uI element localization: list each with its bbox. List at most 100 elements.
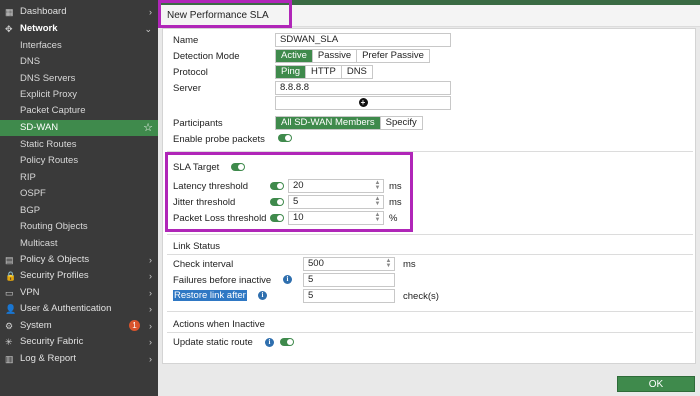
sidebar: ▦ Dashboard › ✥ Network ⌄ Interfaces DNS DNS Ser… [0,0,158,396]
sidebar-item-label: Log & Report [20,353,76,364]
sidebar-item-packet-capture[interactable]: Packet Capture [0,103,158,119]
probe-label: Enable probe packets [173,134,265,145]
sidebar-item-label: Static Routes [20,139,77,150]
fabric-icon: ✳ [5,337,13,347]
sidebar-item-dashboard[interactable]: ▦ Dashboard › [0,4,158,20]
sidebar-item-interfaces[interactable]: Interfaces [0,38,158,54]
check-interval-unit: ms [403,259,416,270]
star-icon[interactable]: ☆ [143,120,153,136]
sidebar-item-dns[interactable]: DNS [0,54,158,70]
sidebar-item-sd-wan[interactable]: SD-WAN ☆ [0,120,158,136]
server-input[interactable]: 8.8.8.8 [275,81,451,95]
sidebar-item-label: Policy & Objects [20,254,90,265]
sidebar-item-static-routes[interactable]: Static Routes [0,137,158,153]
sidebar-item-label: SD-WAN [20,122,59,133]
sidebar-item-label: User & Authentication [20,303,112,314]
info-icon[interactable]: i [283,275,292,284]
participants-selector: All SD-WAN Members Specify [275,116,423,130]
sidebar-item-log-report[interactable]: ▥ Log & Report › [0,351,158,367]
sla-target-highlight-box [165,152,413,232]
chevron-right-icon: › [149,271,152,281]
update-static-route-toggle[interactable] [280,338,294,346]
participants-all-option[interactable]: All SD-WAN Members [276,117,381,129]
divider [167,332,693,333]
check-interval-value: 500 [308,258,324,269]
sidebar-item-label: Security Fabric [20,336,84,347]
name-label: Name [173,35,199,46]
protocol-http-option[interactable]: HTTP [306,66,342,78]
add-server-button[interactable]: + [275,96,451,110]
protocol-label: Protocol [173,67,208,78]
failures-input[interactable]: 5 [303,273,395,287]
protocol-selector: Ping HTTP DNS [275,65,373,79]
sidebar-item-rip[interactable]: RIP [0,170,158,186]
restore-link-input[interactable]: 5 [303,289,395,303]
sidebar-item-label: OSPF [20,188,46,199]
chevron-right-icon: › [149,288,152,298]
name-input[interactable]: SDWAN_SLA [275,33,451,47]
sidebar-item-label: RIP [20,172,36,183]
detection-prefer-passive-option[interactable]: Prefer Passive [357,50,429,62]
network-icon: ✥ [5,24,13,34]
server-label: Server [173,83,201,94]
divider [167,234,693,235]
sidebar-item-label: Explicit Proxy [20,89,78,100]
info-icon[interactable]: i [265,338,274,347]
chevron-right-icon: › [149,321,152,331]
info-icon[interactable]: i [258,291,267,300]
participants-specify-option[interactable]: Specify [381,117,422,129]
sidebar-item-system[interactable]: ⚙ System 1 › [0,318,158,334]
divider [167,311,693,312]
sidebar-item-multicast[interactable]: Multicast [0,236,158,252]
link-status-title: Link Status [173,241,220,252]
detection-active-option[interactable]: Active [276,50,313,62]
sidebar-item-routing-objects[interactable]: Routing Objects [0,219,158,235]
protocol-dns-option[interactable]: DNS [342,66,372,78]
restore-link-unit: check(s) [403,291,439,302]
sidebar-item-label: DNS Servers [20,73,76,84]
sidebar-item-label: BGP [20,205,41,216]
gear-icon: ⚙ [5,321,14,331]
chevron-right-icon: › [149,337,152,347]
sidebar-item-label: VPN [20,287,40,298]
sidebar-item-label: Policy Routes [20,155,79,166]
chevron-down-icon: ⌄ [144,24,152,34]
sidebar-item-dns-servers[interactable]: DNS Servers [0,71,158,87]
check-interval-label: Check interval [173,259,234,270]
sidebar-item-user-authentication[interactable]: 👤 User & Authentication › [0,301,158,317]
sidebar-item-label: System [20,320,52,331]
sidebar-item-bgp[interactable]: BGP [0,203,158,219]
plus-circle-icon: + [358,98,368,107]
detection-mode-label: Detection Mode [173,51,240,62]
vpn-icon: ▭ [5,288,14,298]
spinner-icon[interactable]: ▲ ▼ [385,258,392,269]
chevron-right-icon: › [149,255,152,265]
sidebar-item-policy-routes[interactable]: Policy Routes [0,153,158,169]
sidebar-item-ospf[interactable]: OSPF [0,186,158,202]
sidebar-item-label: Routing Objects [20,221,88,232]
sidebar-item-security-profiles[interactable]: 🔒 Security Profiles › [0,268,158,284]
restore-link-label: Restore link after [173,290,247,301]
sidebar-item-explicit-proxy[interactable]: Explicit Proxy [0,87,158,103]
sidebar-item-label: Packet Capture [20,105,86,116]
divider [167,254,693,255]
check-interval-input[interactable]: 500 ▲ ▼ [303,257,395,271]
sidebar-item-policy-objects[interactable]: ▤ Policy & Objects › [0,252,158,268]
protocol-ping-option[interactable]: Ping [276,66,307,78]
detection-passive-option[interactable]: Passive [313,50,358,62]
sidebar-item-label: Dashboard [20,6,67,17]
sidebar-item-label: Security Profiles [20,270,89,281]
chevron-right-icon: › [149,7,152,17]
sidebar-item-security-fabric[interactable]: ✳ Security Fabric › [0,334,158,350]
sidebar-item-label: Interfaces [20,40,62,51]
chevron-right-icon: › [149,354,152,364]
actions-title: Actions when Inactive [173,319,265,330]
dashboard-icon: ▦ [5,7,14,17]
user-icon: 👤 [5,304,17,314]
failures-value: 5 [308,274,314,285]
restore-link-text: Restore link after [173,290,247,301]
sidebar-item-vpn[interactable]: ▭ VPN › [0,285,158,301]
sidebar-item-network[interactable]: ✥ Network ⌄ [0,21,158,37]
probe-toggle[interactable] [278,134,292,142]
ok-button[interactable]: OK [617,376,695,392]
